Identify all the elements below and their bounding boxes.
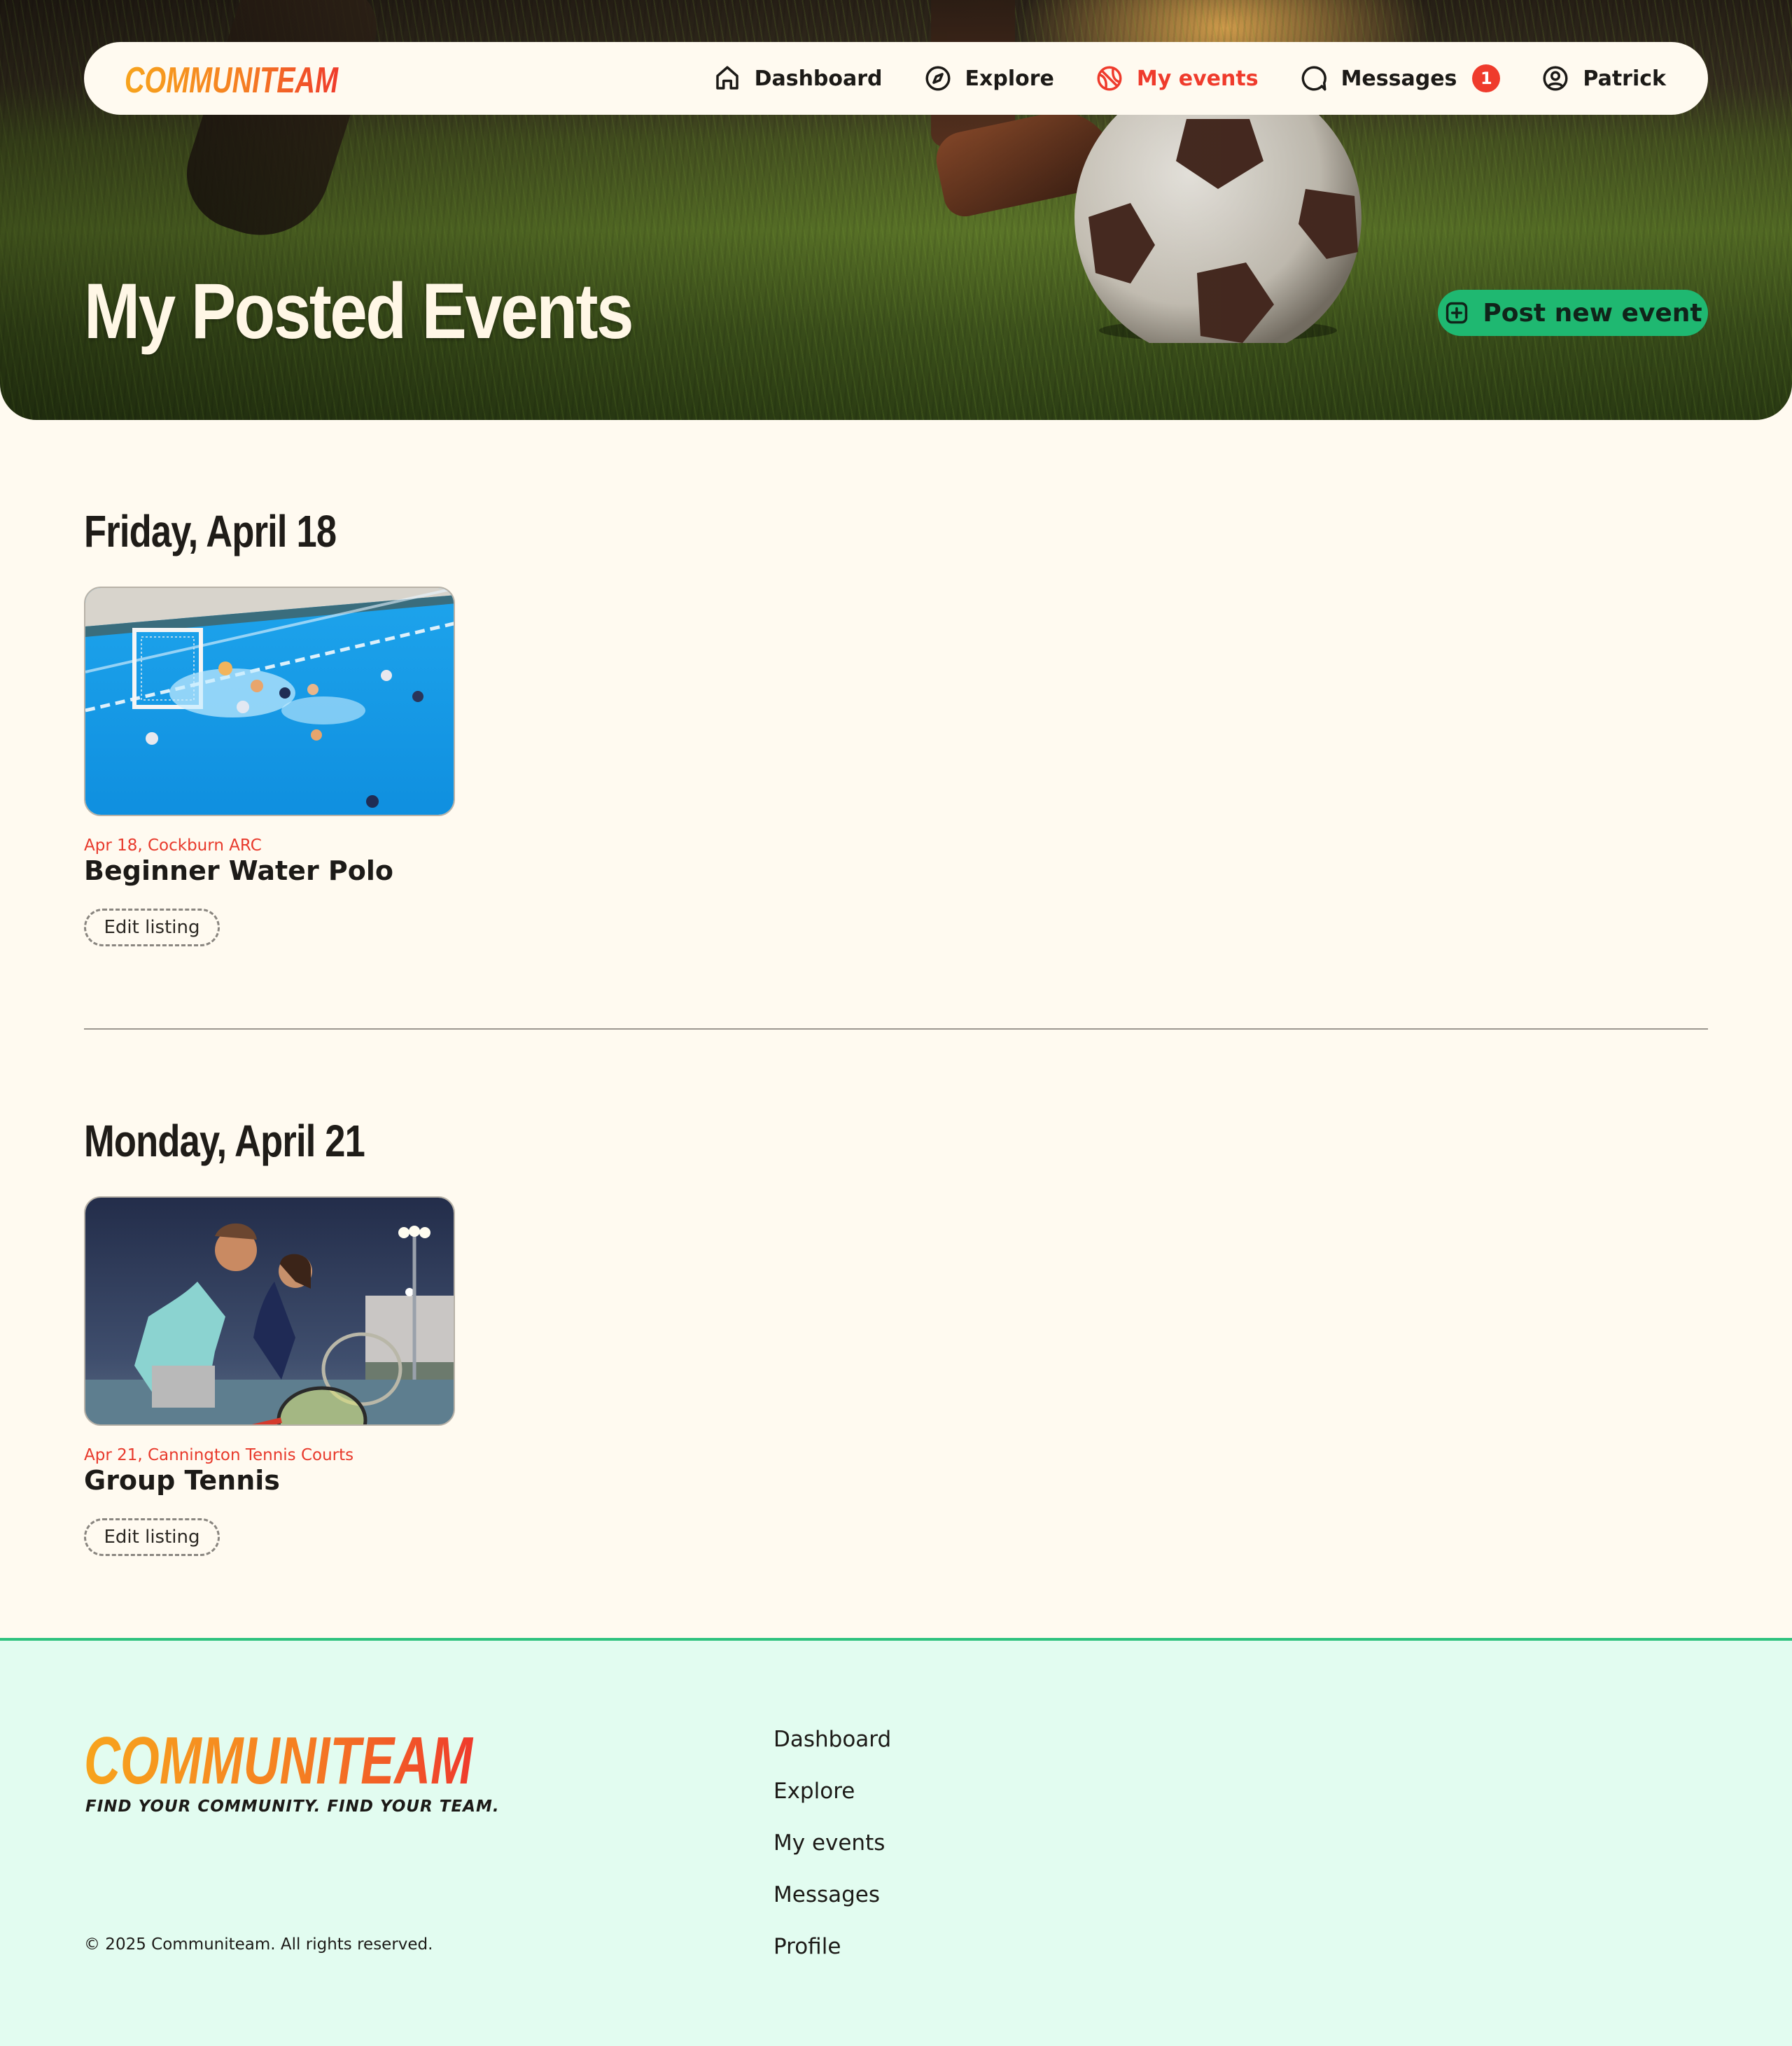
date-heading: Monday, April 21 [84,1116,365,1166]
nav-item-label: Messages [1340,66,1457,91]
site-footer: COMMUNITEAM FIND YOUR COMMUNITY. FIND YO… [0,1638,1792,2046]
event-image-tennis[interactable] [84,1196,455,1426]
footer-copyright: © 2025 Communiteam. All rights reserved. [84,1935,433,1954]
ball-icon [1097,66,1122,91]
footer-tagline: FIND YOUR COMMUNITY. FIND YOUR TEAM. [85,1798,500,1816]
event-meta: Apr 21, Cannington Tennis Courts [84,1446,354,1464]
home-icon [715,66,738,90]
nav-item-messages[interactable]: Messages 1 [1299,64,1501,93]
section-divider [84,1028,1708,1030]
footer-link-my-events[interactable]: My events [774,1827,891,1879]
tennis-photo [85,1198,454,1424]
page-title: My Posted Events [84,267,634,355]
water-polo-photo [85,588,454,815]
nav-item-label: Explore [965,66,1054,91]
nav-item-dashboard[interactable]: Dashboard [713,64,883,93]
edit-listing-button[interactable]: Edit listing [84,1518,220,1556]
footer-logo-text: COMMUNITEAM [84,1723,474,1791]
nav-item-label: My events [1136,66,1259,91]
footer-link-messages[interactable]: Messages [774,1879,891,1931]
post-new-event-label: Post new event [1483,298,1702,328]
date-heading: Friday, April 18 [84,506,337,556]
footer-link-explore[interactable]: Explore [774,1775,891,1827]
event-title[interactable]: Group Tennis [84,1465,280,1496]
logo-text: COMMUNITEAM [125,60,339,98]
footer-link-profile[interactable]: Profile [774,1931,891,1982]
nav-links: Dashboard Explore My events Messages 1 P… [713,42,1666,115]
user-circle-icon [1543,66,1568,91]
unread-count-badge: 1 [1472,64,1501,92]
plus-square-icon [1446,302,1468,324]
post-new-event-button[interactable]: Post new event [1438,290,1708,336]
event-title[interactable]: Beginner Water Polo [84,855,393,886]
top-navbar: COMMUNITEAM Dashboard Explore My events [84,42,1708,115]
chat-bubble-icon [1301,66,1326,91]
event-meta: Apr 18, Cockburn ARC [84,836,262,855]
communiteam-logo[interactable]: COMMUNITEAM [125,59,342,98]
edit-listing-button[interactable]: Edit listing [84,909,220,946]
compass-icon [925,66,951,91]
footer-communiteam-logo[interactable]: COMMUNITEAM [84,1723,476,1791]
nav-item-explore[interactable]: Explore [923,64,1054,93]
nav-item-label: Patrick [1583,66,1666,91]
footer-nav: Dashboard Explore My events Messages Pro… [774,1723,891,1982]
footer-link-dashboard[interactable]: Dashboard [774,1723,891,1775]
event-image-water-polo[interactable] [84,587,455,816]
nav-item-label: Dashboard [754,66,883,91]
nav-item-my-events[interactable]: My events [1095,64,1259,93]
nav-item-profile[interactable]: Patrick [1541,64,1666,93]
